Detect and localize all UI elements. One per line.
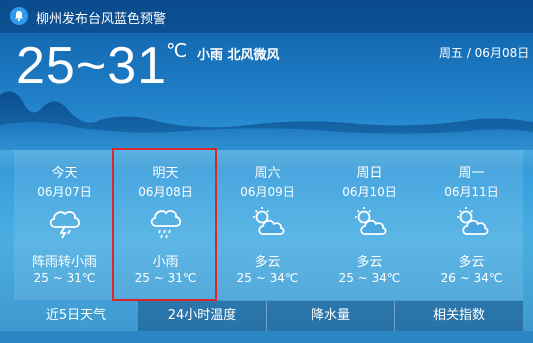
selected-day-highlight xyxy=(112,148,217,301)
forecast-day-today[interactable]: 今天 06月07日 阵雨转小雨 25 ~ 31℃ xyxy=(14,150,115,300)
day-date: 06月10日 xyxy=(342,185,397,199)
partly-cloudy-icon xyxy=(456,207,488,235)
day-temperature-range: 25 ~ 34℃ xyxy=(236,271,299,285)
bell-icon xyxy=(10,7,28,25)
forecast-day-sunday[interactable]: 周日 06月10日 多云 25 ~ 34℃ xyxy=(319,150,420,300)
thunder-rain-icon xyxy=(49,211,80,239)
weather-widget: 柳州发布台风蓝色预警 25~31 ℃ 小雨 北风微风 周五 / 06月08日 今… xyxy=(0,0,533,343)
day-date: 06月11日 xyxy=(444,185,499,199)
day-date: 06月09日 xyxy=(240,185,295,199)
forecast-panel: 今天 06月07日 阵雨转小雨 25 ~ 31℃ 明天 06月08日 小雨 25… xyxy=(14,150,523,300)
tab-24h-temperature[interactable]: 24小时温度 xyxy=(138,301,266,331)
current-date: 周五 / 06月08日 xyxy=(439,46,530,60)
day-temperature-range: 25 ~ 31℃ xyxy=(33,271,96,285)
day-temperature-range: 25 ~ 34℃ xyxy=(338,271,401,285)
temperature-unit: ℃ xyxy=(166,40,188,62)
bottom-strip xyxy=(0,331,533,343)
current-temperature: 25~31 xyxy=(16,37,168,95)
day-name: 周六 xyxy=(254,166,281,181)
tab-related-indices[interactable]: 相关指数 xyxy=(394,301,523,331)
day-condition: 多云 xyxy=(458,255,485,270)
day-condition: 多云 xyxy=(356,255,383,270)
forecast-day-monday[interactable]: 周一 06月11日 多云 26 ~ 34℃ xyxy=(421,150,522,300)
tab-5-day-weather[interactable]: 近5日天气 xyxy=(14,301,138,331)
day-name: 今天 xyxy=(51,166,78,181)
day-condition: 阵雨转小雨 xyxy=(31,255,97,270)
day-name: 周一 xyxy=(458,166,485,181)
alert-text: 柳州发布台风蓝色预警 xyxy=(36,12,167,27)
day-name: 周日 xyxy=(356,166,383,181)
alert-bar[interactable]: 柳州发布台风蓝色预警 xyxy=(0,0,533,33)
day-date: 06月07日 xyxy=(37,185,92,199)
day-condition: 多云 xyxy=(254,255,281,270)
partly-cloudy-icon xyxy=(252,207,284,235)
current-condition: 小雨 北风微风 xyxy=(197,48,280,63)
day-temperature-range: 26 ~ 34℃ xyxy=(440,271,503,285)
forecast-tabs: 近5日天气 24小时温度 降水量 相关指数 xyxy=(14,301,523,331)
partly-cloudy-icon xyxy=(354,207,386,235)
forecast-day-saturday[interactable]: 周六 06月09日 多云 25 ~ 34℃ xyxy=(217,150,318,300)
tab-precipitation[interactable]: 降水量 xyxy=(266,301,394,331)
